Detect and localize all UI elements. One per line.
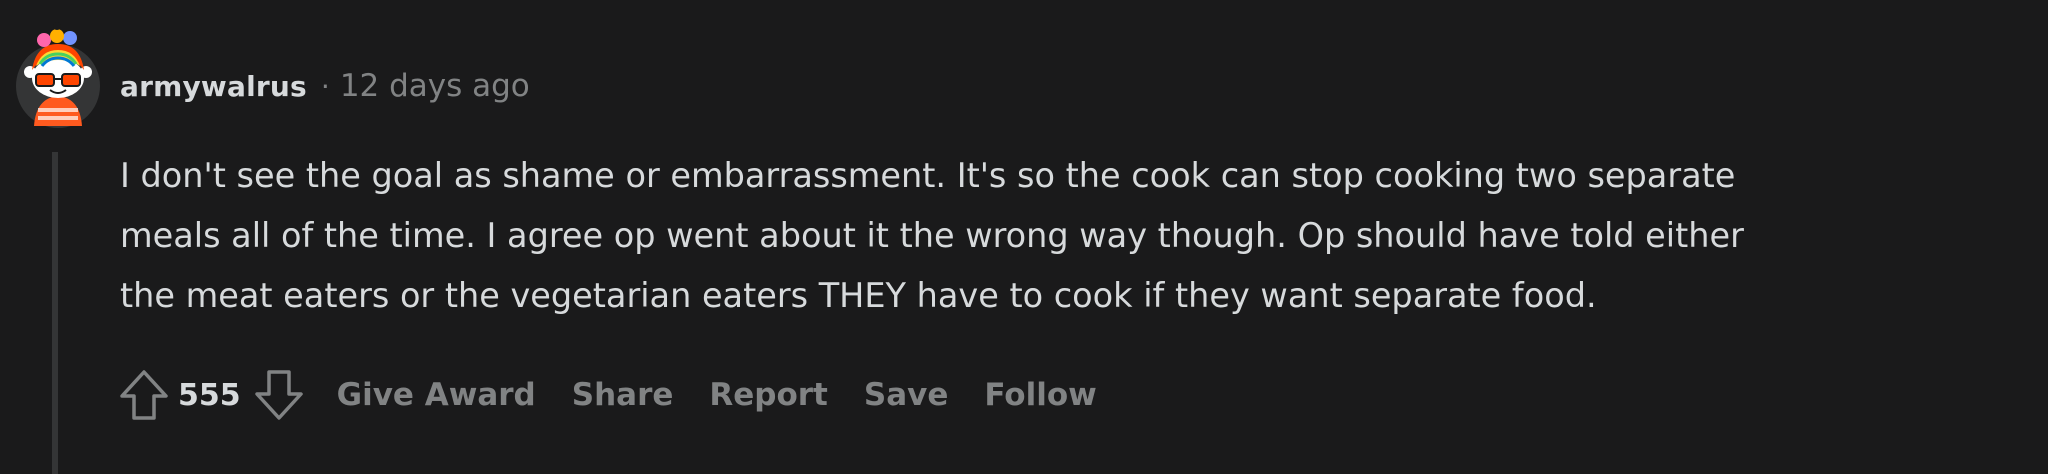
save-button[interactable]: Save	[864, 369, 948, 421]
snoo-avatar-icon	[16, 22, 100, 128]
comment-body-line: meals all of the time. I agree op went a…	[120, 216, 1744, 255]
comment: armywalrus · 12 days ago I don't see the…	[0, 0, 2048, 474]
report-button[interactable]: Report	[709, 369, 828, 421]
comment-header: armywalrus · 12 days ago	[120, 68, 530, 104]
downvote-arrow-icon	[254, 370, 303, 420]
author-username[interactable]: armywalrus	[120, 70, 307, 103]
user-avatar[interactable]	[14, 22, 102, 130]
comment-action-bar: 555 Give Award Share Report Save Follow	[112, 360, 1097, 430]
upvote-button[interactable]	[112, 363, 176, 427]
follow-button[interactable]: Follow	[984, 369, 1096, 421]
give-award-button[interactable]: Give Award	[337, 369, 536, 421]
comment-body-line: the meat eaters or the vegetarian eaters…	[120, 276, 1597, 315]
vote-score: 555	[178, 377, 241, 413]
downvote-button[interactable]	[247, 363, 311, 427]
thread-collapse-line[interactable]	[52, 152, 58, 474]
comment-body: I don't see the goal as shame or embarra…	[120, 146, 2030, 326]
meta-separator: ·	[320, 69, 330, 103]
comment-body-line: I don't see the goal as shame or embarra…	[120, 156, 1736, 195]
comment-timestamp[interactable]: 12 days ago	[340, 68, 530, 104]
upvote-arrow-icon	[120, 370, 168, 420]
share-button[interactable]: Share	[572, 369, 674, 421]
